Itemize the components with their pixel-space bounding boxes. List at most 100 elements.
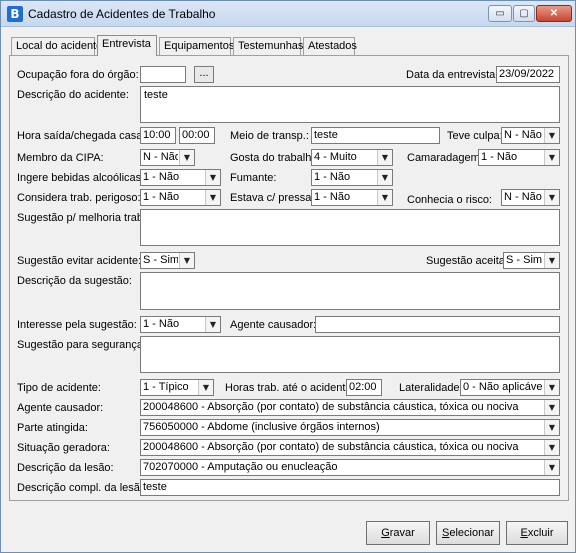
agente-causador-select[interactable]: 200048600 - Absorção (por contato) de su… [140, 399, 560, 416]
app-icon: B [7, 6, 23, 22]
lateralidade-value: 0 - Não aplicável [463, 381, 543, 393]
descricao-compl-lesao-label: Descrição compl. da lesão: [17, 482, 150, 494]
tab-local-do-acidente[interactable]: Local do acidente [11, 37, 102, 55]
considera-perigoso-value: 1 - Não [143, 191, 180, 203]
chevron-down-icon[interactable]: ▼ [377, 190, 392, 205]
descricao-acidente-textarea[interactable]: teste [140, 86, 560, 123]
descricao-compl-lesao-field[interactable]: teste [140, 479, 560, 496]
horas-trab-field[interactable]: 02:00 [346, 379, 382, 396]
chevron-down-icon[interactable]: ▼ [544, 150, 559, 165]
data-entrevista-field[interactable]: 23/09/2022 [496, 66, 560, 83]
conhecia-risco-label: Conhecia o risco: [407, 194, 492, 206]
ingere-bebidas-select[interactable]: 1 - Não ▼ [140, 169, 221, 186]
estava-pressa-label: Estava c/ pressa: [230, 192, 315, 204]
chevron-down-icon[interactable]: ▼ [179, 150, 194, 165]
chevron-down-icon[interactable]: ▼ [544, 440, 559, 455]
tipo-acidente-label: Tipo de acidente: [17, 382, 101, 394]
fumante-select[interactable]: 1 - Não ▼ [311, 169, 393, 186]
accident-registration-window: B Cadastro de Acidentes de Trabalho ▭ ▢ … [0, 0, 576, 553]
chevron-down-icon[interactable]: ▼ [544, 128, 559, 143]
chevron-down-icon[interactable]: ▼ [377, 150, 392, 165]
fumante-value: 1 - Não [314, 171, 351, 183]
ingere-bebidas-label: Ingere bebidas alcoólicas: [17, 172, 145, 184]
membro-cipa-select[interactable]: N - Não ▼ [140, 149, 195, 166]
agente-causador-label: Agente causador: [17, 402, 104, 414]
gravar-mnemonic: G [381, 527, 390, 539]
situacao-geradora-label: Situação geradora: [17, 442, 110, 454]
descricao-sugestao-textarea[interactable] [140, 272, 560, 310]
tab-equipamentos[interactable]: Equipamentos [159, 37, 234, 55]
descricao-sugestao-label: Descrição da sugestão: [17, 275, 132, 287]
close-button[interactable]: ✕ [536, 5, 572, 22]
estava-pressa-select[interactable]: 1 - Não ▼ [311, 189, 393, 206]
interesse-sugestao-select[interactable]: 1 - Não ▼ [140, 316, 221, 333]
sugestao-aceita-label: Sugestão aceita: [426, 255, 508, 267]
hora-chegada-field[interactable]: 00:00 [179, 127, 215, 144]
chevron-down-icon[interactable]: ▼ [377, 170, 392, 185]
meio-transp-field[interactable]: teste [311, 127, 440, 144]
selecionar-label: elecionar [449, 527, 494, 539]
data-entrevista-label: Data da entrevista: [406, 69, 499, 81]
chevron-down-icon[interactable]: ▼ [544, 253, 559, 268]
sugestao-seguranca-textarea[interactable] [140, 336, 560, 373]
lateralidade-select[interactable]: 0 - Não aplicável ▼ [460, 379, 560, 396]
gosta-trabalho-select[interactable]: 4 - Muito ▼ [311, 149, 393, 166]
considera-perigoso-label: Considera trab. perigoso: [17, 192, 141, 204]
teve-culpa-value: N - Não [504, 129, 542, 141]
conhecia-risco-value: N - Não [504, 191, 542, 203]
maximize-button[interactable]: ▢ [513, 5, 535, 22]
chevron-down-icon[interactable]: ▼ [179, 253, 194, 268]
conhecia-risco-select[interactable]: N - Não ▼ [501, 189, 560, 206]
selecionar-button[interactable]: Selecionar [436, 521, 500, 545]
sugestao-seguranca-label: Sugestão para segurança: [17, 339, 147, 351]
gosta-trabalho-label: Gosta do trabalho: [230, 152, 321, 164]
sugestao-evitar-select[interactable]: S - Sim ▼ [140, 252, 195, 269]
membro-cipa-label: Membro da CIPA: [17, 152, 104, 164]
title-bar[interactable]: B Cadastro de Acidentes de Trabalho ▭ ▢ … [1, 1, 575, 27]
descricao-lesao-label: Descrição da lesão: [17, 462, 114, 474]
window-title: Cadastro de Acidentes de Trabalho [28, 7, 216, 21]
sugestao-aceita-select[interactable]: S - Sim ▼ [503, 252, 560, 269]
sugestao-evitar-label: Sugestão evitar acidente: [17, 255, 142, 267]
tab-entrevista[interactable]: Entrevista [97, 35, 157, 56]
chevron-down-icon[interactable]: ▼ [544, 190, 559, 205]
excluir-label: xcluir [527, 527, 554, 539]
sugestao-melhoria-textarea[interactable] [140, 209, 560, 246]
ocupacao-field[interactable] [140, 66, 186, 83]
teve-culpa-select[interactable]: N - Não ▼ [501, 127, 560, 144]
teve-culpa-label: Teve culpa: [447, 130, 503, 142]
excluir-button[interactable]: Excluir [506, 521, 568, 545]
chevron-down-icon[interactable]: ▼ [544, 420, 559, 435]
sugestao-aceita-value: S - Sim [506, 254, 543, 266]
ocupacao-lookup-button[interactable]: ... [194, 66, 214, 83]
camaradagem-label: Camaradagem: [407, 152, 483, 164]
camaradagem-value: 1 - Não [481, 151, 518, 163]
agente-causador-sugestao-field[interactable] [315, 316, 560, 333]
excluir-mnemonic: E [520, 527, 528, 539]
minimize-button[interactable]: ▭ [488, 5, 512, 22]
gravar-label: ravar [389, 527, 415, 539]
chevron-down-icon[interactable]: ▼ [198, 380, 213, 395]
considera-perigoso-select[interactable]: 1 - Não ▼ [140, 189, 221, 206]
parte-atingida-select[interactable]: 756050000 - Abdome (inclusive órgãos int… [140, 419, 560, 436]
descricao-lesao-select[interactable]: 702070000 - Amputação ou enucleação ▼ [140, 459, 560, 476]
descricao-lesao-value: 702070000 - Amputação ou enucleação [143, 461, 338, 473]
chevron-down-icon[interactable]: ▼ [205, 317, 220, 332]
hora-saida-field[interactable]: 10:00 [140, 127, 176, 144]
camaradagem-select[interactable]: 1 - Não ▼ [478, 149, 560, 166]
chevron-down-icon[interactable]: ▼ [544, 400, 559, 415]
tab-atestados[interactable]: Atestados [303, 37, 357, 55]
hora-saida-chegada-label: Hora saída/chegada casa: [17, 130, 146, 142]
chevron-down-icon[interactable]: ▼ [205, 190, 220, 205]
horas-trab-label: Horas trab. até o acidente: [225, 382, 355, 394]
chevron-down-icon[interactable]: ▼ [544, 460, 559, 475]
situacao-geradora-select[interactable]: 200048600 - Absorção (por contato) de su… [140, 439, 560, 456]
parte-atingida-value: 756050000 - Abdome (inclusive órgãos int… [143, 421, 380, 433]
gravar-button[interactable]: Gravar [366, 521, 430, 545]
chevron-down-icon[interactable]: ▼ [205, 170, 220, 185]
chevron-down-icon[interactable]: ▼ [544, 380, 559, 395]
ingere-bebidas-value: 1 - Não [143, 171, 180, 183]
tipo-acidente-select[interactable]: 1 - Típico ▼ [140, 379, 214, 396]
tipo-acidente-value: 1 - Típico [143, 381, 189, 393]
tab-testemunhas[interactable]: Testemunhas [233, 37, 303, 55]
